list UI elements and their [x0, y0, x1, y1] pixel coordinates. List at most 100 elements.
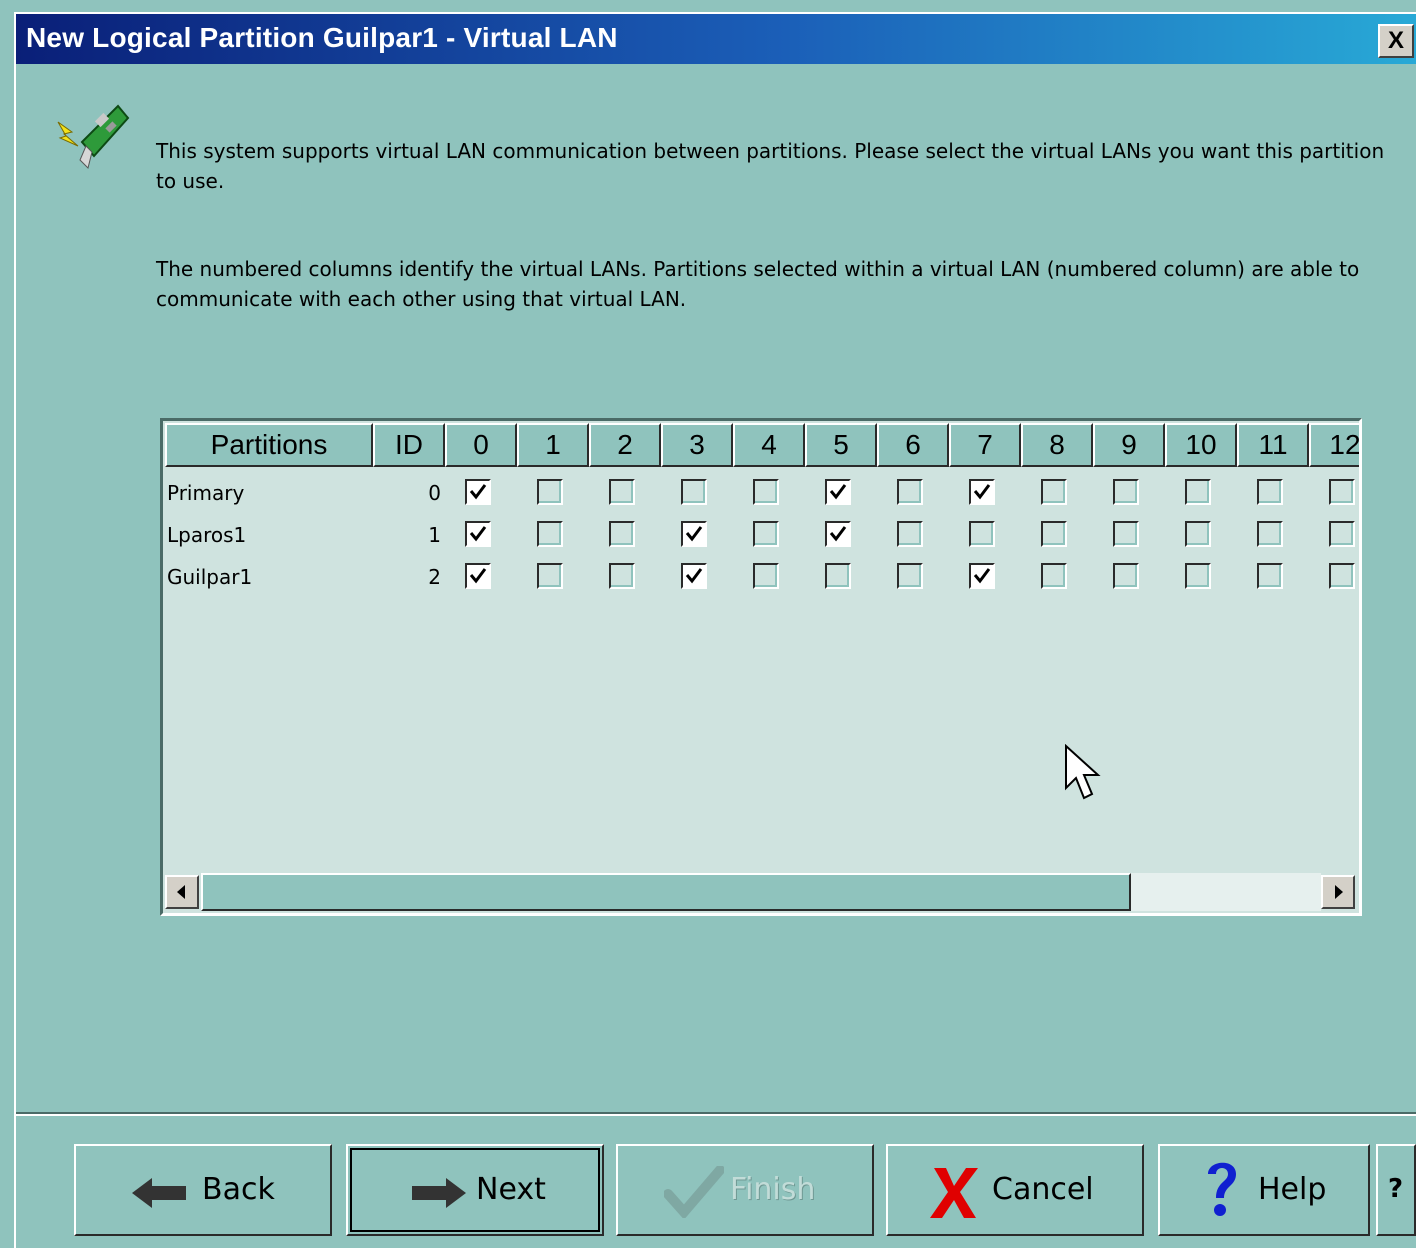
vlan-checkbox-3[interactable]: [681, 479, 707, 505]
vlan-checkbox-1[interactable]: [537, 521, 563, 547]
vlan-checkbox-11[interactable]: [1257, 479, 1283, 505]
help-button-label: Help: [1258, 1172, 1327, 1207]
cancel-button[interactable]: Cancel: [886, 1144, 1144, 1236]
vlan-checkbox-2[interactable]: [609, 521, 635, 547]
vlan-checkbox-1[interactable]: [537, 563, 563, 589]
vlan-checkbox-4[interactable]: [753, 563, 779, 589]
table-row[interactable]: Guilpar1 2: [163, 559, 1359, 601]
partition-name: Lparos1: [167, 523, 247, 547]
column-header-lan-7[interactable]: 7: [949, 423, 1021, 467]
vlan-checkbox-6[interactable]: [897, 479, 923, 505]
partition-id: 0: [428, 481, 441, 505]
vlan-checkbox-6[interactable]: [897, 521, 923, 547]
partition-id: 1: [428, 523, 441, 547]
vlan-checkbox-8[interactable]: [1041, 521, 1067, 547]
vlan-checkbox-8[interactable]: [1041, 479, 1067, 505]
vlan-checkbox-4[interactable]: [753, 479, 779, 505]
column-header-lan-1[interactable]: 1: [517, 423, 589, 467]
network-adapter-icon: [52, 98, 132, 178]
vlan-checkbox-0[interactable]: [465, 563, 491, 589]
column-header-lan-6[interactable]: 6: [877, 423, 949, 467]
intro-paragraph-2: The numbered columns identify the virtua…: [156, 257, 1360, 311]
table-row[interactable]: Lparos1 1: [163, 517, 1359, 559]
vlan-checkbox-0[interactable]: [465, 521, 491, 547]
partition-name: Primary: [167, 481, 245, 505]
help-button[interactable]: Help: [1158, 1144, 1370, 1236]
scrollbar-thumb[interactable]: [201, 873, 1131, 911]
finish-button[interactable]: Finish: [616, 1144, 874, 1236]
column-header-partitions[interactable]: Partitions: [165, 423, 373, 467]
checkmark-icon: [973, 484, 991, 500]
vlan-checkbox-9[interactable]: [1113, 479, 1139, 505]
vlan-checkbox-5[interactable]: [825, 479, 851, 505]
context-help-label: ?: [1388, 1174, 1404, 1204]
arrow-left-icon: [132, 1178, 186, 1208]
checkmark-icon: [685, 568, 703, 584]
vlan-checkbox-7[interactable]: [969, 479, 995, 505]
column-header-lan-2[interactable]: 2: [589, 423, 661, 467]
table-header-row: Partitions ID 0 1 2 3 4 5 6 7 8 9 10 11 12: [165, 423, 1359, 469]
column-header-lan-3[interactable]: 3: [661, 423, 733, 467]
vlan-checkbox-3[interactable]: [681, 521, 707, 547]
finish-button-label: Finish: [730, 1172, 816, 1207]
red-x-icon: [930, 1168, 978, 1218]
back-button[interactable]: Back: [74, 1144, 332, 1236]
vlan-checkbox-8[interactable]: [1041, 563, 1067, 589]
vlan-checkbox-11[interactable]: [1257, 563, 1283, 589]
next-button-label: Next: [476, 1172, 546, 1207]
horizontal-scrollbar[interactable]: [165, 873, 1357, 911]
column-header-lan-0[interactable]: 0: [445, 423, 517, 467]
arrow-right-icon: [1335, 885, 1343, 899]
column-header-lan-5[interactable]: 5: [805, 423, 877, 467]
checkmark-icon: [469, 484, 487, 500]
wizard-window: New Logical Partition Guilpar1 - Virtual…: [14, 12, 1416, 1248]
vlan-checkbox-0[interactable]: [465, 479, 491, 505]
separator: [16, 1112, 1416, 1116]
arrow-left-icon: [177, 885, 185, 899]
checkmark-icon: [829, 484, 847, 500]
column-header-lan-10[interactable]: 10: [1165, 423, 1237, 467]
question-mark-icon: [1208, 1162, 1236, 1216]
vlan-checkbox-5[interactable]: [825, 521, 851, 547]
vlan-checkbox-1[interactable]: [537, 479, 563, 505]
column-header-id[interactable]: ID: [373, 423, 445, 467]
vlan-checkbox-2[interactable]: [609, 563, 635, 589]
vlan-checkbox-10[interactable]: [1185, 563, 1211, 589]
vlan-checkbox-12[interactable]: [1329, 563, 1355, 589]
vlan-checkbox-4[interactable]: [753, 521, 779, 547]
vlan-checkbox-2[interactable]: [609, 479, 635, 505]
intro-paragraph-1: This system supports virtual LAN communi…: [156, 139, 1385, 193]
vlan-checkbox-6[interactable]: [897, 563, 923, 589]
vlan-checkbox-5[interactable]: [825, 563, 851, 589]
vlan-checkbox-9[interactable]: [1113, 563, 1139, 589]
column-header-lan-9[interactable]: 9: [1093, 423, 1165, 467]
scrollbar-track[interactable]: [1131, 873, 1321, 911]
scroll-right-button[interactable]: [1321, 875, 1355, 909]
title-bar[interactable]: New Logical Partition Guilpar1 - Virtual…: [16, 14, 1416, 64]
cancel-button-label: Cancel: [992, 1172, 1094, 1207]
partition-name: Guilpar1: [167, 565, 253, 589]
vlan-checkbox-10[interactable]: [1185, 521, 1211, 547]
column-header-lan-12[interactable]: 12: [1309, 423, 1359, 467]
table-row[interactable]: Primary 0: [163, 475, 1359, 517]
context-help-button[interactable]: ?: [1376, 1144, 1416, 1236]
vlan-checkbox-7[interactable]: [969, 563, 995, 589]
column-header-lan-8[interactable]: 8: [1021, 423, 1093, 467]
vlan-checkbox-3[interactable]: [681, 563, 707, 589]
vlan-checkbox-9[interactable]: [1113, 521, 1139, 547]
vlan-checkbox-12[interactable]: [1329, 521, 1355, 547]
vlan-checkbox-11[interactable]: [1257, 521, 1283, 547]
checkmark-icon: [469, 526, 487, 542]
vlan-checkbox-12[interactable]: [1329, 479, 1355, 505]
scroll-left-button[interactable]: [165, 875, 199, 909]
vlan-checkbox-7[interactable]: [969, 521, 995, 547]
column-header-lan-4[interactable]: 4: [733, 423, 805, 467]
close-button[interactable]: X: [1378, 24, 1414, 58]
checkmark-icon: [664, 1166, 724, 1218]
partition-id: 2: [428, 565, 441, 589]
window-title: New Logical Partition Guilpar1 - Virtual…: [26, 22, 618, 53]
column-header-lan-11[interactable]: 11: [1237, 423, 1309, 467]
vlan-checkbox-10[interactable]: [1185, 479, 1211, 505]
next-button[interactable]: Next: [346, 1144, 604, 1236]
checkmark-icon: [973, 568, 991, 584]
